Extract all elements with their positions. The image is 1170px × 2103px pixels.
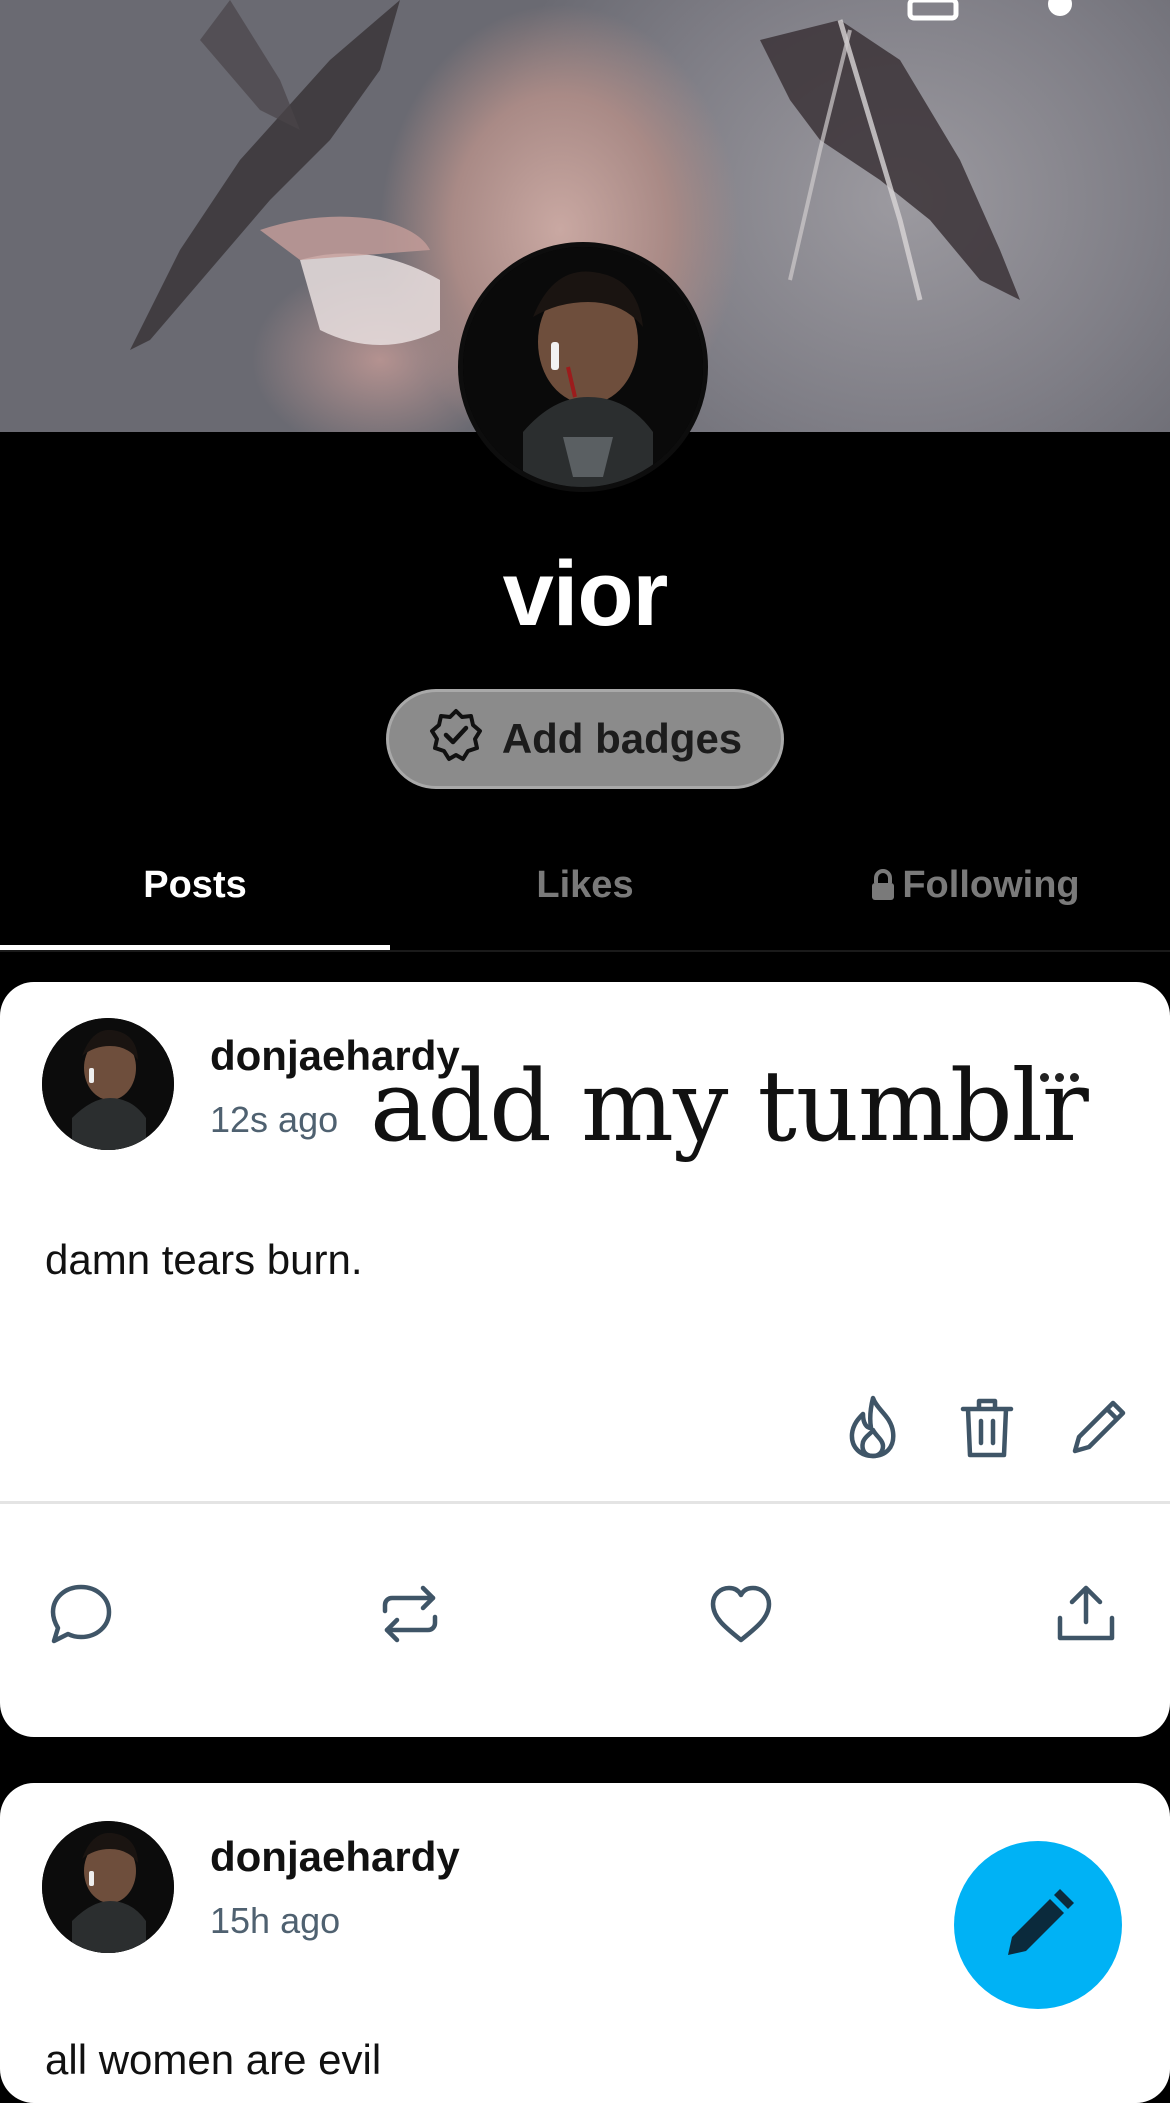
profile-avatar[interactable] — [458, 242, 708, 492]
post-avatar-image — [42, 1821, 174, 1953]
badge-icon — [428, 707, 484, 772]
post-avatar[interactable] — [42, 1821, 174, 1953]
comment-icon[interactable] — [45, 1578, 117, 1650]
post-avatar[interactable] — [42, 1018, 174, 1150]
post-body-text: all women are evil — [45, 2036, 382, 2083]
post-timestamp: 12s ago — [210, 1099, 339, 1140]
profile-name: vior — [502, 543, 669, 645]
post-username[interactable]: donjaehardy — [210, 1833, 460, 1881]
post-divider — [0, 1501, 1170, 1504]
avatar-image — [463, 247, 703, 487]
compose-pencil-icon — [998, 1885, 1078, 1965]
reblog-icon[interactable] — [374, 1578, 446, 1650]
share-icon[interactable] — [1050, 1578, 1122, 1650]
tab-likes-label: Likes — [536, 863, 634, 906]
post-body-text: damn tears burn. — [45, 1236, 363, 1283]
add-badges-label: Add badges — [501, 715, 743, 762]
like-heart-icon[interactable] — [705, 1578, 777, 1650]
overlay-sticker-text: add my tumblr — [370, 1050, 1089, 1164]
profile-tabs: Posts Likes Following — [0, 820, 1170, 950]
post-timestamp: 15h ago — [210, 1900, 341, 1941]
tab-posts[interactable]: Posts — [0, 820, 390, 950]
post-avatar-image — [42, 1018, 174, 1150]
flame-icon[interactable] — [838, 1392, 908, 1462]
add-badges-button[interactable]: Add badges — [386, 689, 784, 789]
tab-likes[interactable]: Likes — [390, 820, 780, 950]
tabs-divider — [0, 950, 1170, 952]
edit-pencil-icon[interactable] — [1064, 1392, 1134, 1462]
lock-icon — [870, 869, 896, 901]
tab-posts-label: Posts — [143, 863, 247, 906]
tab-following-label: Following — [902, 863, 1080, 906]
trash-icon[interactable] — [952, 1392, 1022, 1462]
compose-post-button[interactable] — [954, 1841, 1122, 2009]
more-options-icon[interactable] — [1040, 1073, 1079, 1082]
tab-following[interactable]: Following — [780, 820, 1170, 950]
